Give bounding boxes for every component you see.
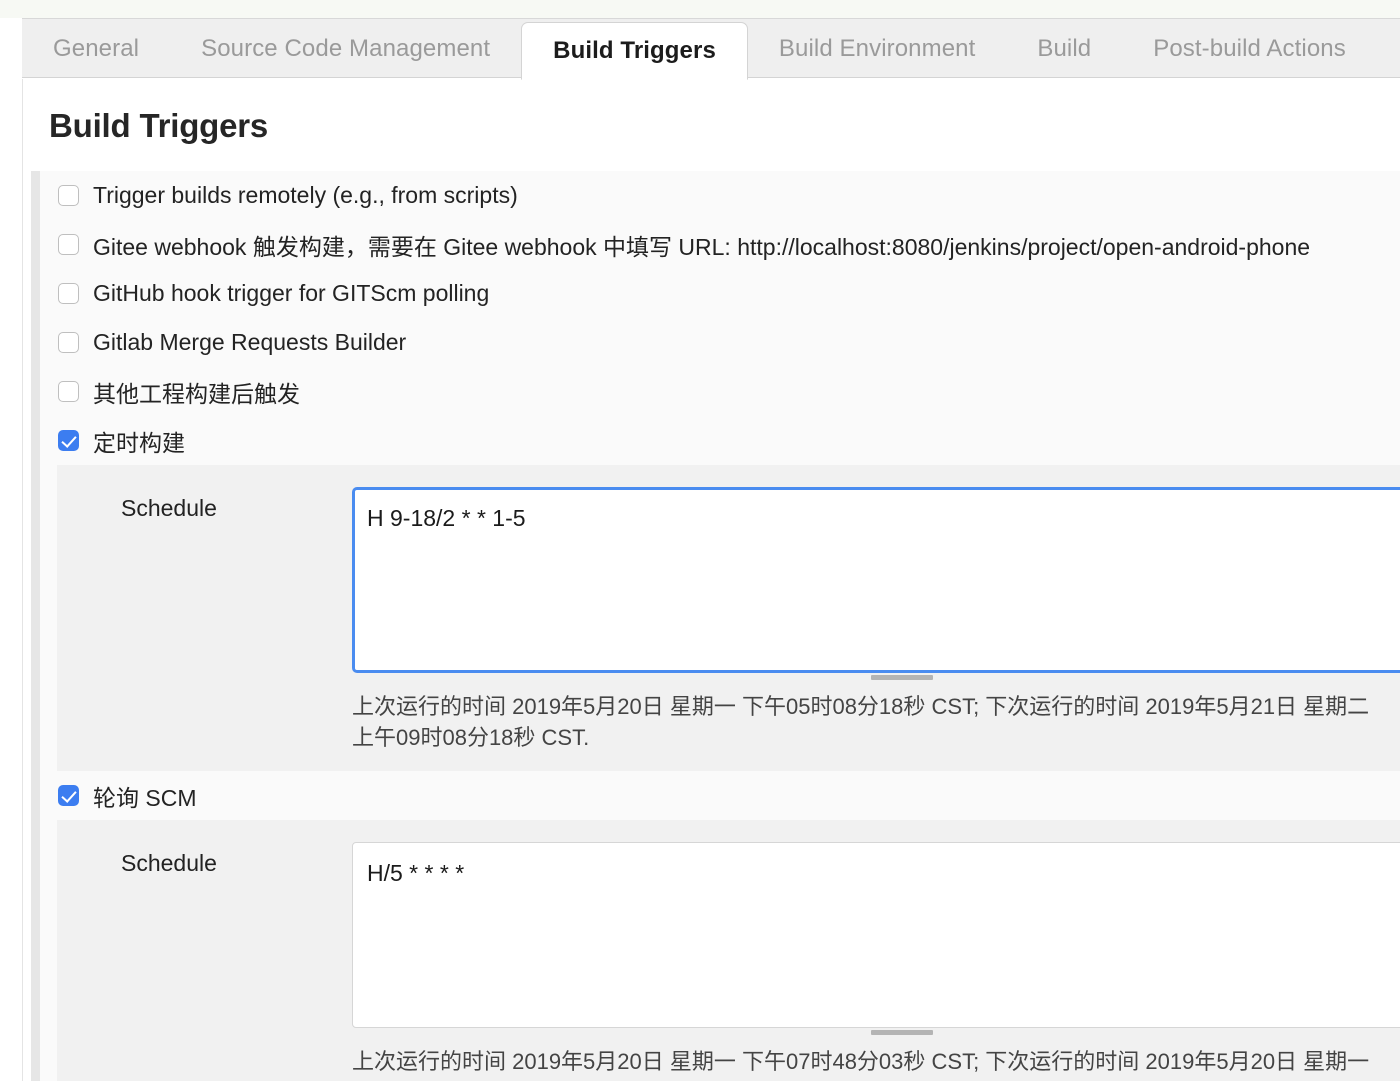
- trigger-row-remote[interactable]: Trigger builds remotely (e.g., from scri…: [40, 171, 1400, 220]
- jenkins-job-config-page: General Source Code Management Build Tri…: [0, 0, 1400, 1081]
- checkbox-trigger-remote[interactable]: [58, 185, 79, 206]
- timer-schedule-label: Schedule: [121, 495, 217, 521]
- browser-top-strip: [0, 0, 1400, 18]
- timer-schedule-resize-grip[interactable]: [352, 673, 1400, 683]
- poll-schedule-panel: Schedule 上次运行的时间 2019年5月20日 星期一 下午07时48分…: [57, 820, 1400, 1081]
- trigger-label-after-other-projects: 其他工程构建后触发: [93, 380, 300, 407]
- page-title: Build Triggers: [49, 107, 269, 144]
- tab-build-triggers[interactable]: Build Triggers: [521, 22, 748, 80]
- checkbox-gitee-webhook[interactable]: [58, 234, 79, 255]
- trigger-label-gitlab-merge-requests: Gitlab Merge Requests Builder: [93, 329, 407, 355]
- poll-schedule-row: Schedule 上次运行的时间 2019年5月20日 星期一 下午07时48分…: [57, 820, 1400, 1081]
- tab-build-environment[interactable]: Build Environment: [748, 18, 1006, 79]
- poll-schedule-info: 上次运行的时间 2019年5月20日 星期一 下午07时48分03秒 CST; …: [352, 1049, 1370, 1081]
- trigger-label-github-hook: GitHub hook trigger for GITScm polling: [93, 280, 490, 306]
- build-triggers-list: Trigger builds remotely (e.g., from scri…: [40, 171, 1400, 1081]
- checkbox-gitlab-merge-requests[interactable]: [58, 332, 79, 353]
- trigger-row-build-periodically[interactable]: 定时构建: [40, 416, 1400, 465]
- trigger-row-after-other-projects[interactable]: 其他工程构建后触发: [40, 367, 1400, 416]
- trigger-row-gitlab-merge-requests[interactable]: Gitlab Merge Requests Builder: [40, 318, 1400, 367]
- build-triggers-section: Trigger builds remotely (e.g., from scri…: [23, 171, 1400, 1081]
- trigger-label-poll-scm: 轮询 SCM: [93, 784, 197, 811]
- checkbox-after-other-projects[interactable]: [58, 381, 79, 402]
- checkbox-build-periodically[interactable]: [58, 430, 79, 451]
- tab-label: Build Triggers: [553, 37, 716, 64]
- poll-schedule-resize-grip[interactable]: [352, 1028, 1400, 1038]
- trigger-row-gitee-webhook[interactable]: Gitee webhook 触发构建，需要在 Gitee webhook 中填写…: [40, 220, 1400, 269]
- poll-schedule-input[interactable]: [352, 842, 1400, 1029]
- tab-build[interactable]: Build: [1006, 18, 1122, 79]
- tab-label: Source Code Management: [201, 34, 491, 62]
- tab-general[interactable]: General: [22, 18, 170, 79]
- tab-list: General Source Code Management Build Tri…: [22, 18, 1377, 80]
- poll-schedule-label: Schedule: [121, 850, 217, 877]
- timer-schedule-field: 上次运行的时间 2019年5月20日 星期一 下午05时08分18秒 CST; …: [352, 487, 1400, 771]
- config-tab-bar: General Source Code Management Build Tri…: [0, 18, 1400, 80]
- config-page-body: Build Triggers Trigger builds remotely (…: [22, 79, 1400, 1081]
- timer-schedule-panel: Schedule 上次运行的时间 2019年5月20日 星期一 下午05时08分…: [57, 465, 1400, 772]
- timer-schedule-input[interactable]: [352, 487, 1400, 673]
- tab-source-code-management[interactable]: Source Code Management: [170, 18, 521, 79]
- checkbox-github-hook[interactable]: [58, 283, 79, 304]
- checkbox-poll-scm[interactable]: [58, 785, 79, 807]
- poll-schedule-field: 上次运行的时间 2019年5月20日 星期一 下午07时48分03秒 CST; …: [352, 842, 1400, 1081]
- tab-label: General: [53, 34, 140, 62]
- tab-label: Build: [1037, 34, 1092, 62]
- timer-schedule-row: Schedule 上次运行的时间 2019年5月20日 星期一 下午05时08分…: [57, 465, 1400, 771]
- trigger-label-remote: Trigger builds remotely (e.g., from scri…: [93, 182, 518, 208]
- tab-label: Post-build Actions: [1153, 34, 1346, 62]
- timer-schedule-info: 上次运行的时间 2019年5月20日 星期一 下午05时08分18秒 CST; …: [352, 694, 1370, 751]
- trigger-row-github-hook[interactable]: GitHub hook trigger for GITScm polling: [40, 269, 1400, 318]
- trigger-row-poll-scm[interactable]: 轮询 SCM: [40, 771, 1400, 821]
- trigger-label-gitee-webhook: Gitee webhook 触发构建，需要在 Gitee webhook 中填写…: [93, 233, 1311, 260]
- tab-post-build-actions[interactable]: Post-build Actions: [1122, 18, 1377, 79]
- section-gutter-bar: [31, 171, 40, 1081]
- trigger-label-build-periodically: 定时构建: [93, 429, 185, 456]
- tab-label: Build Environment: [778, 34, 976, 62]
